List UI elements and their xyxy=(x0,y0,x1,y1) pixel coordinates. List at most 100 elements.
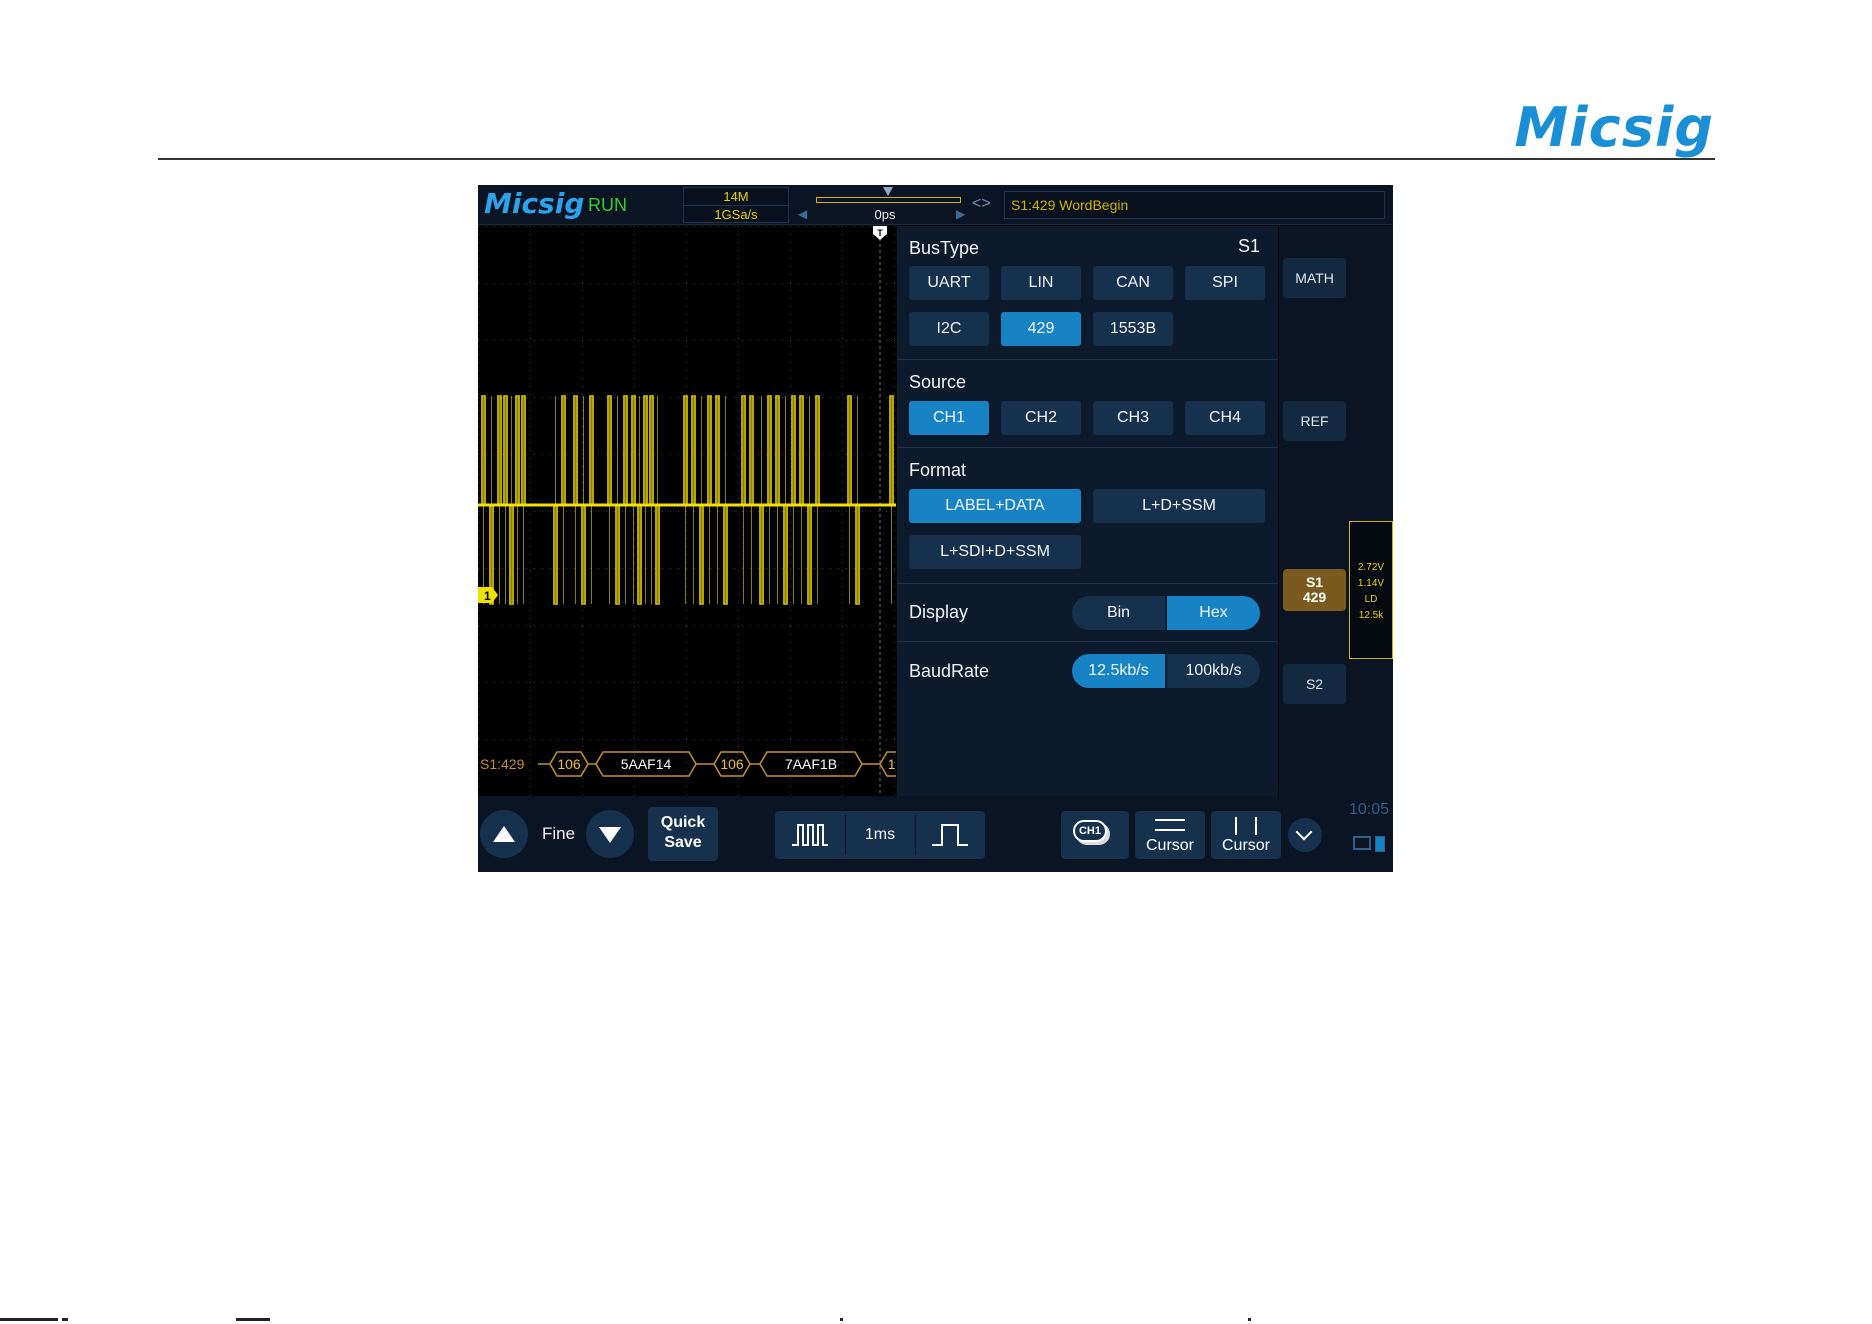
grid-dot xyxy=(814,454,815,455)
grid-dot xyxy=(790,370,791,371)
bustype-lin-button[interactable]: LIN xyxy=(1001,266,1081,300)
grid-dot xyxy=(478,762,479,763)
time-offset-indicator[interactable]: 0ps xyxy=(810,187,961,223)
grid-dot xyxy=(790,522,791,523)
display-hex-button[interactable]: Hex xyxy=(1167,596,1260,630)
grid-dot xyxy=(738,330,739,331)
timebase-faster-button[interactable] xyxy=(775,811,845,859)
grid-dot xyxy=(530,298,531,299)
bustype-can-button[interactable]: CAN xyxy=(1093,266,1173,300)
math-button[interactable]: MATH xyxy=(1283,258,1346,298)
format-l-d-ssm-button[interactable]: L+D+SSM xyxy=(1093,489,1265,523)
grid-dot xyxy=(478,242,479,243)
grid-dot xyxy=(486,283,487,284)
format-label-data-button[interactable]: LABEL+DATA xyxy=(909,489,1081,523)
vertical-cursor-button[interactable]: Cursor xyxy=(1211,811,1281,859)
grid-dot xyxy=(894,698,895,699)
source-ch4-button[interactable]: CH4 xyxy=(1185,401,1265,435)
grid-dot xyxy=(750,283,751,284)
run-state-button[interactable]: RUN xyxy=(588,195,627,216)
bustype-spi-button[interactable]: SPI xyxy=(1185,266,1265,300)
grid-dot xyxy=(582,610,583,611)
grid-dot xyxy=(670,454,671,455)
grid-dot xyxy=(582,442,583,443)
grid-dot xyxy=(842,330,843,331)
baudrate-100k-button[interactable]: 100kb/s xyxy=(1167,654,1260,688)
grid-dot xyxy=(518,568,519,569)
grid-dot xyxy=(894,554,895,555)
grid-dot xyxy=(830,511,831,512)
source-ch2-button[interactable]: CH2 xyxy=(1001,401,1081,435)
grid-dot xyxy=(550,340,551,341)
grid-dot xyxy=(598,454,599,455)
grid-dot xyxy=(478,370,479,371)
grid-dot xyxy=(478,306,479,307)
grid-dot xyxy=(738,378,739,379)
grid-dot xyxy=(790,290,791,291)
grid-dot xyxy=(582,474,583,475)
grid-dot xyxy=(790,283,791,284)
grid-dot xyxy=(510,340,511,341)
grid-dot xyxy=(726,283,727,284)
down-arrow-button[interactable] xyxy=(586,810,634,858)
grid-dot xyxy=(478,298,479,299)
timebase-slower-button[interactable] xyxy=(915,811,985,859)
baudrate-12-5k-button[interactable]: 12.5kb/s xyxy=(1072,654,1165,688)
horizontal-cursor-button[interactable]: Cursor xyxy=(1135,811,1205,859)
bustype-i2c-button[interactable]: I2C xyxy=(909,312,989,346)
source-ch1-button[interactable]: CH1 xyxy=(909,401,989,435)
expand-menu-button[interactable] xyxy=(1288,818,1322,852)
grid-dot xyxy=(526,397,527,398)
grid-dot xyxy=(842,482,843,483)
grid-dot xyxy=(530,450,531,451)
grid-dot xyxy=(798,340,799,341)
grid-dot xyxy=(842,714,843,715)
fine-toggle[interactable]: Fine xyxy=(542,824,575,844)
ref-button[interactable]: REF xyxy=(1283,401,1346,441)
grid-dot xyxy=(582,298,583,299)
grid-dot xyxy=(574,340,575,341)
grid-dot xyxy=(518,283,519,284)
grid-dot xyxy=(614,511,615,512)
memory-sample-rate[interactable]: 14M 1GSa/s xyxy=(683,187,789,223)
source-ch3-button[interactable]: CH3 xyxy=(1093,401,1173,435)
s1-serial-button[interactable]: S1 429 xyxy=(1283,569,1346,611)
grid-dot xyxy=(502,682,503,683)
trigger-info[interactable]: S1:429 WordBegin xyxy=(1004,191,1385,219)
grid-dot xyxy=(530,794,531,795)
bustype-429-button[interactable]: 429 xyxy=(1001,312,1081,346)
grid-dot xyxy=(542,283,543,284)
grid-dot xyxy=(766,454,767,455)
format-l-sdi-d-ssm-button[interactable]: L+SDI+D+SSM xyxy=(909,535,1081,569)
grid-dot xyxy=(478,570,479,571)
grid-dot xyxy=(634,666,635,667)
grid-dot xyxy=(894,498,895,499)
grid-dot xyxy=(646,625,647,626)
timebase-value[interactable]: 1ms xyxy=(845,811,915,859)
quick-save-button[interactable]: Quick Save xyxy=(648,807,718,861)
grid-dot xyxy=(790,330,791,331)
s2-serial-button[interactable]: S2 xyxy=(1283,664,1346,704)
grid-dot xyxy=(894,546,895,547)
grid-dot xyxy=(790,298,791,299)
grid-dot xyxy=(894,290,895,291)
grid-dot xyxy=(894,511,895,512)
channel-select-button[interactable]: CH1 xyxy=(1061,811,1129,859)
grid-dot xyxy=(738,522,739,523)
grid-dot xyxy=(686,650,687,651)
grid-dot xyxy=(790,618,791,619)
display-bin-button[interactable]: Bin xyxy=(1072,596,1165,630)
grid-dot xyxy=(734,625,735,626)
bustype-1553b-button[interactable]: 1553B xyxy=(1093,312,1173,346)
eye-icon[interactable]: <> xyxy=(972,195,991,213)
bustype-uart-button[interactable]: UART xyxy=(909,266,989,300)
grid-dot xyxy=(550,682,551,683)
grid-dot xyxy=(582,290,583,291)
grid-dot xyxy=(790,402,791,403)
grid-dot xyxy=(550,283,551,284)
grid-dot xyxy=(842,642,843,643)
grid-dot xyxy=(478,568,479,569)
up-arrow-button[interactable] xyxy=(480,810,528,858)
waveform-plot[interactable]: T 1 S1:429 106 5AAF14 106 7AAF1B 1( xyxy=(478,226,896,796)
grid-dot xyxy=(494,226,495,227)
